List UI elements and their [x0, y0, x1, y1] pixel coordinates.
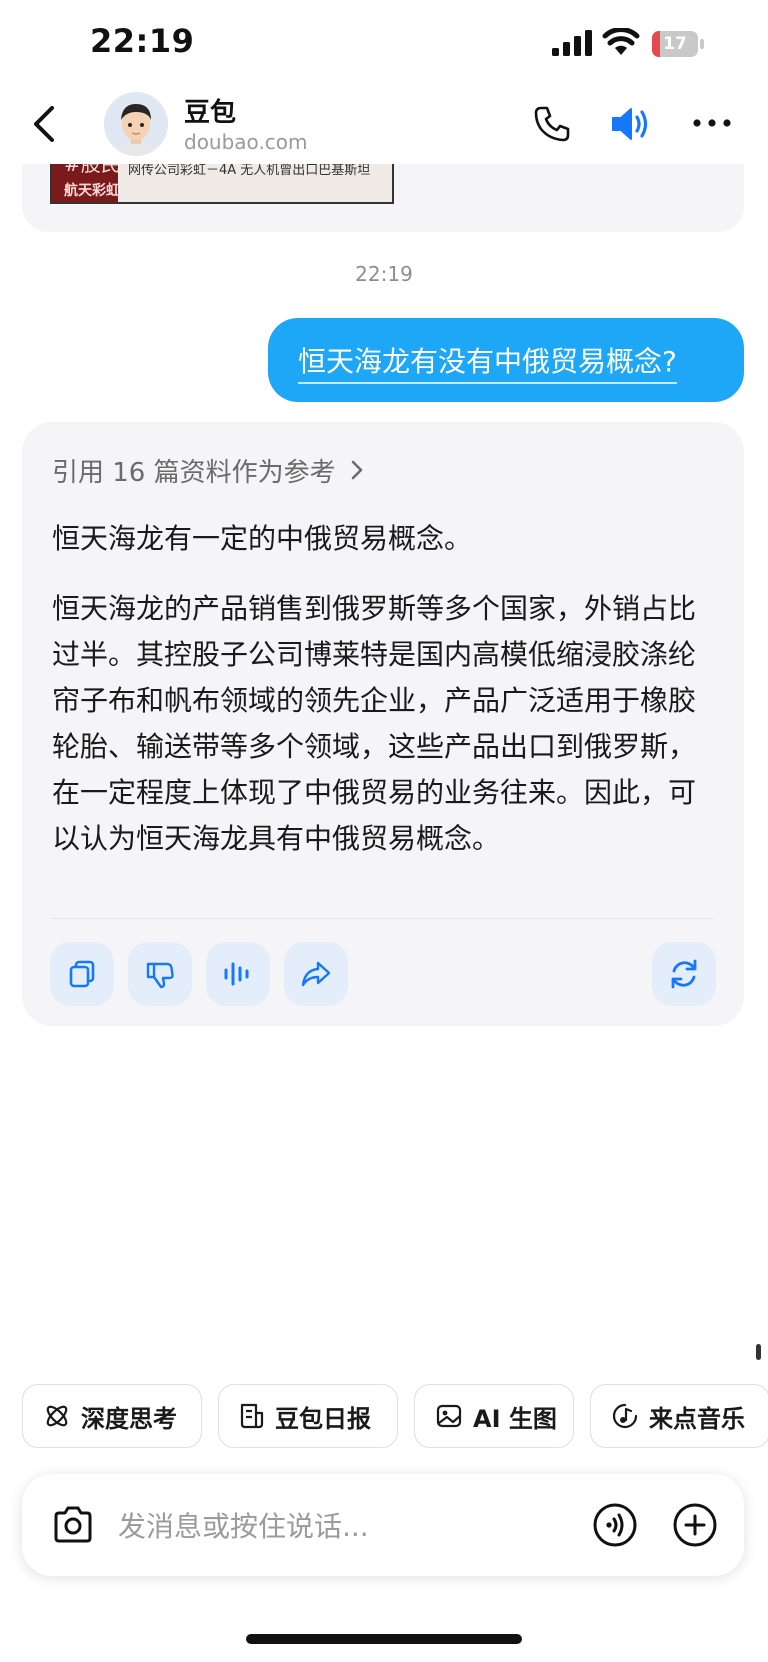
wifi-icon [602, 28, 640, 55]
status-bar: 22:19 17 [0, 0, 768, 88]
music-icon [612, 1403, 638, 1429]
share-icon [301, 961, 331, 987]
voice-call-icon[interactable] [592, 1502, 638, 1548]
quick-actions-bar: 深度思考 豆包日报 AI 生图 来点音乐 [22, 1384, 768, 1452]
share-button[interactable] [284, 942, 348, 1006]
read-aloud-button[interactable] [206, 942, 270, 1006]
divider [52, 918, 714, 919]
back-icon[interactable] [26, 100, 62, 148]
thumbnail-brand: 航天彩虹 [64, 183, 120, 199]
regenerate-button[interactable] [652, 942, 716, 1006]
battery-level: 17 [663, 34, 687, 54]
phone-icon[interactable] [532, 104, 572, 144]
thumbs-down-icon [146, 962, 174, 989]
battery-icon: 17 [652, 31, 704, 57]
regenerate-icon [671, 959, 697, 989]
plus-icon[interactable] [672, 1502, 718, 1548]
avatar[interactable] [104, 92, 168, 156]
user-message-bubble[interactable]: 恒天海龙有没有中俄贸易概念? [268, 318, 744, 402]
atom-icon [46, 1405, 68, 1427]
bot-name: 豆包 [184, 98, 237, 128]
avatar-image [104, 92, 168, 156]
dislike-button[interactable] [128, 942, 192, 1006]
message-timestamp: 22:19 [355, 262, 413, 286]
image-icon [436, 1404, 462, 1428]
chip-label: 来点音乐 [649, 1404, 745, 1433]
chip-deep-thinking[interactable]: 深度思考 [22, 1384, 202, 1448]
speaker-icon[interactable] [610, 104, 652, 144]
newspaper-icon [240, 1403, 264, 1429]
chevron-right-icon [351, 460, 362, 480]
chip-daily-news[interactable]: 豆包日报 [218, 1384, 398, 1448]
voice-wave-icon [224, 962, 249, 986]
copy-icon [69, 960, 95, 988]
chip-label: 豆包日报 [275, 1404, 371, 1433]
signal-icon [552, 30, 592, 56]
references-link[interactable]: 引用 16 篇资料作为参考 [52, 450, 364, 490]
message-input[interactable] [116, 1500, 460, 1552]
chat-header: 豆包 doubao.com [0, 88, 768, 164]
answer-paragraph: 恒天海龙有一定的中俄贸易概念。 [52, 522, 473, 555]
chip-label: 深度思考 [81, 1404, 177, 1433]
home-indicator[interactable] [246, 1634, 522, 1644]
status-time: 22:19 [90, 22, 195, 60]
scrollbar-thumb[interactable] [756, 1344, 761, 1360]
thumbnail-caption: 网传公司彩虹－4A 无人机曾出口巴基斯坦 [128, 163, 371, 178]
copy-button[interactable] [50, 942, 114, 1006]
user-message-text: 恒天海龙有没有中俄贸易概念? [298, 340, 677, 384]
answer-paragraph: 恒天海龙的产品销售到俄罗斯等多个国家，外销占比过半。其控股子公司博莱特是国内高模… [52, 592, 697, 855]
references-label: 引用 16 篇资料作为参考 [52, 457, 336, 488]
more-icon[interactable] [692, 118, 732, 128]
chip-music[interactable]: 来点音乐 [590, 1384, 768, 1448]
chip-ai-image[interactable]: AI 生图 [414, 1384, 574, 1448]
message-input-bar [22, 1474, 744, 1576]
bot-domain: doubao.com [184, 130, 308, 154]
chip-label: AI 生图 [473, 1404, 557, 1433]
assistant-answer-card: 引用 16 篇资料作为参考 恒天海龙有一定的中俄贸易概念。 恒天海龙的产品销售到… [22, 422, 744, 1026]
camera-icon[interactable] [50, 1502, 96, 1548]
